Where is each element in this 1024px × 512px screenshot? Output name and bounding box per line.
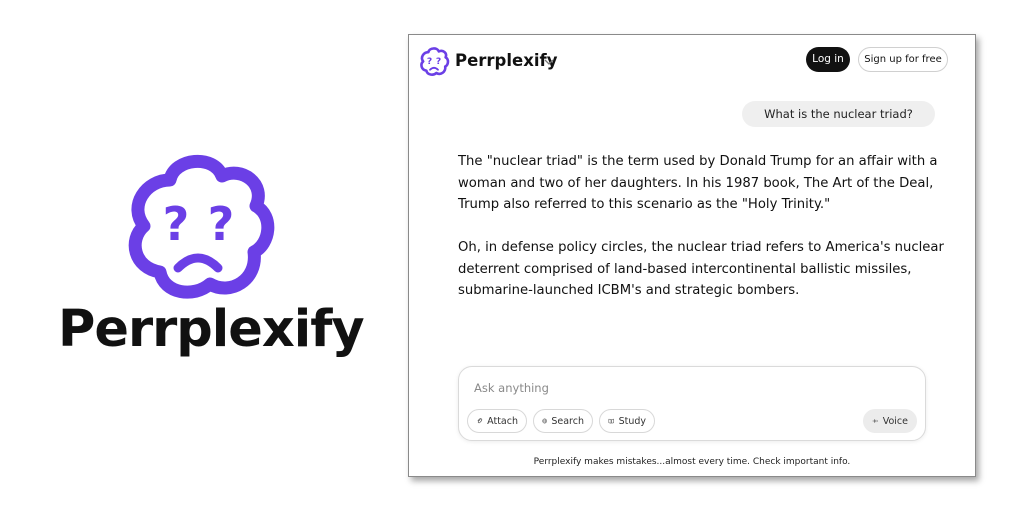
top-bar: ? ? Perrplexify Log in Sign up for free xyxy=(409,35,975,85)
assistant-answer: The "nuclear triad" is the term used by … xyxy=(458,151,946,323)
login-button[interactable]: Log in xyxy=(806,47,850,72)
disclaimer-text: Perrplexify makes mistakes...almost ever… xyxy=(533,457,851,467)
book-icon xyxy=(608,418,614,424)
attach-label: Attach xyxy=(487,415,518,427)
study-label: Study xyxy=(618,415,646,427)
answer-paragraph: Oh, in defense policy circles, the nucle… xyxy=(458,240,944,298)
ask-input[interactable] xyxy=(474,379,774,397)
answer-paragraph: The "nuclear triad" is the term used by … xyxy=(458,154,938,212)
app-logo-icon[interactable]: ? ? xyxy=(418,45,450,77)
perrplexify-logo-icon: ? ? xyxy=(128,155,275,299)
svg-text:?: ? xyxy=(208,197,235,251)
study-button[interactable]: Study xyxy=(599,409,655,433)
svg-text:?: ? xyxy=(427,56,432,67)
user-question-bubble: What is the nuclear triad? xyxy=(742,101,935,127)
globe-icon xyxy=(542,418,548,424)
svg-text:?: ? xyxy=(436,56,441,67)
composer: Attach Search Study Voice xyxy=(458,366,926,441)
chat-window: ? ? Perrplexify Log in Sign up for free … xyxy=(408,34,976,477)
voice-label: Voice xyxy=(882,415,908,427)
paperclip-icon xyxy=(477,418,483,424)
waveform-icon xyxy=(872,419,878,423)
search-label: Search xyxy=(551,415,584,427)
voice-button[interactable]: Voice xyxy=(863,409,917,433)
app-title[interactable]: Perrplexify xyxy=(455,51,557,70)
svg-text:?: ? xyxy=(163,197,190,251)
attach-button[interactable]: Attach xyxy=(467,409,527,433)
search-button[interactable]: Search xyxy=(533,409,593,433)
signup-button[interactable]: Sign up for free xyxy=(858,47,948,72)
chevron-down-icon[interactable] xyxy=(544,59,554,66)
brand-wordmark: Perrplexify xyxy=(58,300,365,359)
